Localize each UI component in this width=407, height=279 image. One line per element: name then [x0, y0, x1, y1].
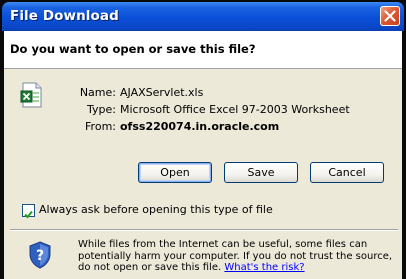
file-from-value: ofss220074.in.oracle.com — [120, 120, 280, 133]
risk-link[interactable]: What's the risk? — [224, 262, 304, 273]
warning-text: While files from the Internet can be use… — [78, 239, 398, 274]
close-icon[interactable] — [380, 6, 400, 26]
cancel-button[interactable]: Cancel — [310, 162, 384, 183]
file-name-value: AJAXServlet.xls — [120, 86, 204, 99]
window-frame: File Download Do you want to open or sav… — [0, 0, 406, 279]
always-ask-checkbox[interactable] — [22, 204, 35, 219]
checkmark-icon — [24, 210, 33, 219]
file-name-label: Name: — [79, 86, 116, 99]
separator — [10, 229, 398, 231]
title-bar[interactable]: File Download — [2, 2, 404, 31]
svg-text:?: ? — [36, 248, 44, 264]
save-button[interactable]: Save — [224, 162, 298, 183]
file-from-label: From: — [85, 120, 116, 133]
file-type-label: Type: — [87, 103, 116, 116]
file-type-value: Microsoft Office Excel 97-2003 Worksheet — [120, 103, 350, 116]
window-title: File Download — [10, 8, 119, 24]
shield-question-icon: ? — [28, 241, 52, 269]
excel-file-icon — [20, 82, 44, 108]
question-text: Do you want to open or save this file? — [10, 42, 256, 56]
always-ask-label[interactable]: Always ask before opening this type of f… — [39, 203, 273, 216]
open-button[interactable]: Open — [138, 162, 212, 183]
dialog-body: Do you want to open or save this file? N… — [4, 31, 402, 279]
dialog-header: Do you want to open or save this file? — [4, 31, 402, 69]
